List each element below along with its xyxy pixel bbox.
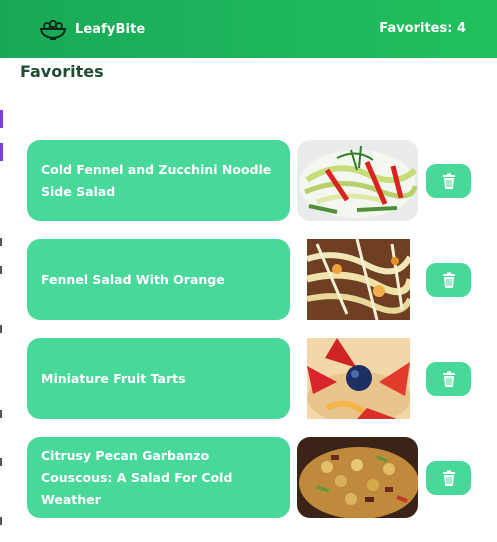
recipe-image[interactable] [297,140,418,221]
brand-logo[interactable]: LeafyBite [38,18,145,40]
favorites-count[interactable]: Favorites: 4 [379,21,466,36]
fennel-orange-salad-photo [307,239,410,320]
recipe-title: Citrusy Pecan Garbanzo Couscous: A Salad… [41,447,233,507]
trash-icon [442,173,455,189]
recipe-image[interactable] [297,437,418,518]
page-title: Favorites [20,62,104,81]
salad-bowl-icon [39,19,67,40]
recipe-image[interactable] [307,338,410,419]
app-header: LeafyBite Favorites: 4 [0,0,497,58]
fruit-tarts-photo [307,338,410,419]
garbanzo-couscous-photo [297,437,418,518]
trash-icon [442,272,455,288]
delete-button[interactable] [426,263,471,297]
list-item: Citrusy Pecan Garbanzo Couscous: A Salad… [27,437,477,518]
recipe-title-card[interactable]: Citrusy Pecan Garbanzo Couscous: A Salad… [27,437,290,518]
delete-button[interactable] [426,362,471,396]
recipe-title-card[interactable]: Cold Fennel and Zucchini Noodle Side Sal… [27,140,290,221]
delete-button[interactable] [426,461,471,495]
recipe-title: Fennel Salad With Orange [41,271,225,287]
list-item: Miniature Fruit Tarts [27,338,477,419]
recipe-title: Cold Fennel and Zucchini Noodle Side Sal… [41,161,272,199]
trash-icon [442,371,455,387]
left-edge-artifacts [0,0,4,542]
trash-icon [442,470,455,486]
recipe-title-card[interactable]: Miniature Fruit Tarts [27,338,290,419]
list-item: Cold Fennel and Zucchini Noodle Side Sal… [27,140,477,221]
brand-name: LeafyBite [75,21,146,37]
zucchini-noodle-salad-photo [297,140,418,221]
recipe-image[interactable] [307,239,410,320]
recipe-title: Miniature Fruit Tarts [41,370,186,386]
list-item: Fennel Salad With Orange [27,239,477,320]
recipe-title-card[interactable]: Fennel Salad With Orange [27,239,290,320]
delete-button[interactable] [426,164,471,198]
